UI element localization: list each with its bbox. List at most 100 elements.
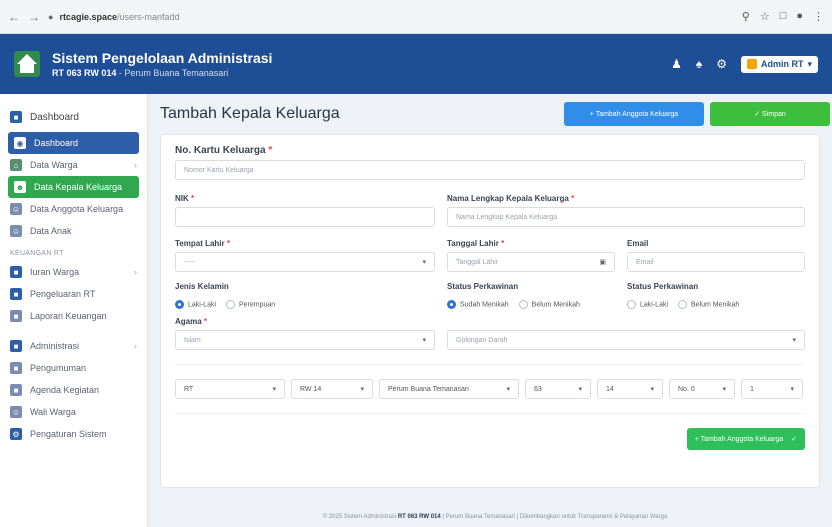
dashboard-icon: ◉ bbox=[14, 137, 26, 149]
blok-select[interactable]: 63 ▾ bbox=[525, 379, 591, 399]
perum-value: Perum Buana Temanasari bbox=[388, 385, 469, 393]
radio-label: Laki-Laki bbox=[188, 300, 217, 308]
no-value-select[interactable]: 1 ▾ bbox=[741, 379, 803, 399]
sidebar-item-label: Data Warga bbox=[30, 160, 78, 170]
email-label: Email bbox=[627, 239, 649, 248]
sidebar-item-data-anak[interactable]: ☺ Data Anak bbox=[0, 220, 147, 242]
admin-menu[interactable]: Admin RT ▾ bbox=[740, 55, 818, 73]
no-label: No. 0 bbox=[678, 385, 695, 393]
calendar-icon[interactable]: ▣ bbox=[599, 258, 606, 266]
search-icon[interactable]: ⚲ bbox=[742, 10, 750, 23]
tanggal-lahir-input[interactable]: Tanggal Lahir ▣ bbox=[447, 252, 615, 272]
golongan-darah-value: Golongan Darah bbox=[456, 336, 508, 344]
calendar-icon: ■ bbox=[10, 384, 22, 396]
extension-icon[interactable]: □ bbox=[780, 10, 787, 23]
chevron-down-icon: ▾ bbox=[360, 386, 364, 393]
group-icon: ☺ bbox=[10, 203, 22, 215]
avatar bbox=[746, 59, 757, 69]
radio-laki-laki-2[interactable]: Laki-Laki bbox=[627, 299, 668, 309]
chevron-down-icon: ▾ bbox=[807, 58, 812, 69]
no-rw-select[interactable]: 14 ▾ bbox=[597, 379, 663, 399]
profile-icon[interactable]: ● bbox=[796, 10, 803, 23]
sidebar-item-wali-warga[interactable]: ☺ Wali Warga bbox=[0, 401, 147, 423]
gear-icon: ⚙ bbox=[10, 428, 22, 440]
chevron-down-icon: ▾ bbox=[506, 386, 510, 393]
nama-input[interactable]: Nama Lengkap Kepala Keluarga bbox=[447, 207, 805, 227]
radio-checked-icon bbox=[175, 299, 184, 309]
app-subtitle-rt: RT 063 RW 014 bbox=[52, 68, 117, 78]
dashboard-icon: ■ bbox=[10, 111, 22, 123]
chevron-right-icon: › bbox=[134, 267, 137, 277]
radio-label: Sudah Menikah bbox=[460, 300, 509, 308]
address-bar[interactable]: ● rtcagie.space /users-manfadd bbox=[48, 7, 648, 27]
no-value: 1 bbox=[750, 385, 754, 393]
wallet-icon: ■ bbox=[10, 266, 22, 278]
email-field[interactable]: Email bbox=[627, 252, 805, 272]
radio-laki-laki[interactable]: Laki-Laki bbox=[175, 299, 217, 309]
sidebar-item-label: Data Anak bbox=[30, 226, 72, 236]
back-icon[interactable]: ← bbox=[8, 10, 20, 24]
radio-label: Belum Menikah bbox=[691, 300, 740, 308]
kk-input[interactable]: Nomor Kartu Keluarga bbox=[175, 160, 805, 180]
page-title: Tambah Kepala Keluarga bbox=[160, 105, 340, 122]
bell-icon[interactable]: ♠ bbox=[696, 57, 702, 71]
sidebar-item-administrasi[interactable]: ■ Administrasi › bbox=[0, 335, 147, 357]
check-icon: ✓ bbox=[791, 436, 797, 443]
gear-icon[interactable]: ⚙ bbox=[716, 57, 727, 71]
sidebar-item-pengeluaran-rt[interactable]: ■ Pengeluaran RT bbox=[0, 283, 147, 305]
report-icon: ■ bbox=[10, 310, 22, 322]
sidebar-section-keuangan: KEUANGAN RT bbox=[10, 250, 64, 257]
chevron-right-icon: › bbox=[134, 341, 137, 351]
sidebar-item-data-anggota-keluarga[interactable]: ☺ Data Anggota Keluarga bbox=[0, 198, 147, 220]
admin-label: Admin RT bbox=[760, 59, 804, 69]
nik-input[interactable] bbox=[175, 207, 435, 227]
app-header: Sistem Pengelolaan Administrasi RT 063 R… bbox=[0, 34, 832, 94]
app-subtitle-location: - Perum Buana Temanasari bbox=[118, 68, 229, 78]
address-row: RT ▾ RW 14 ▾ Perum Buana Temanasari ▾ 63… bbox=[175, 364, 805, 399]
tanggal-lahir-label: Tanggal Lahir * bbox=[447, 239, 505, 248]
tempat-lahir-label-text: Tempat Lahir bbox=[175, 239, 225, 248]
chevron-down-icon: ▾ bbox=[422, 337, 426, 344]
nama-label-text: Nama Lengkap Kepala Keluarga bbox=[447, 194, 569, 203]
menu-icon[interactable]: ⋮ bbox=[813, 10, 824, 23]
star-icon[interactable]: ☆ bbox=[760, 10, 770, 23]
radio-belum-menikah-2[interactable]: Belum Menikah bbox=[678, 299, 740, 309]
page-footer: © 2025 Sistem Administrasi RT 063 RW 014… bbox=[160, 514, 830, 520]
sidebar-item-dashboard-top[interactable]: ■ Dashboard bbox=[0, 102, 147, 132]
rt-select[interactable]: RT ▾ bbox=[175, 379, 285, 399]
sidebar-item-dashboard[interactable]: ◉ Dashboard bbox=[8, 132, 139, 154]
chevron-right-icon: › bbox=[134, 160, 137, 170]
chevron-down-icon: ▾ bbox=[578, 386, 582, 393]
add-family-member-button[interactable]: + Tambah Anggota Keluarga bbox=[564, 102, 704, 126]
add-family-member-footer-button[interactable]: + Tambah Anggota Keluarga ✓ bbox=[686, 428, 805, 450]
rw-select[interactable]: RW 14 ▾ bbox=[291, 379, 373, 399]
radio-perempuan[interactable]: Perempuan bbox=[226, 299, 275, 309]
radio-sudah-menikah[interactable]: Sudah Menikah bbox=[447, 299, 509, 309]
footer-text-rt: RT 063 RW 014 bbox=[397, 514, 441, 520]
sidebar-item-pengaturan-sistem[interactable]: ⚙ Pengaturan Sistem bbox=[0, 423, 147, 445]
golongan-darah-select[interactable]: Golongan Darah ▾ bbox=[447, 330, 805, 350]
logo-icon bbox=[14, 51, 40, 77]
sidebar-item-laporan-keuangan[interactable]: ■ Laporan Keuangan bbox=[0, 305, 147, 327]
sidebar-item-data-warga[interactable]: ⌂ Data Warga › bbox=[0, 154, 147, 176]
person-icon: ☺ bbox=[10, 406, 22, 418]
radio-belum-menikah[interactable]: Belum Menikah bbox=[518, 299, 580, 309]
megaphone-icon: ■ bbox=[10, 362, 22, 374]
tempat-lahir-select[interactable]: ----- ▾ bbox=[175, 252, 435, 272]
forward-icon[interactable]: → bbox=[28, 10, 40, 24]
sidebar-item-data-kepala-keluarga[interactable]: ☻ Data Kepala Keluarga bbox=[8, 176, 139, 198]
perum-select[interactable]: Perum Buana Temanasari ▾ bbox=[379, 379, 519, 399]
sidebar-item-label: Pengeluaran RT bbox=[30, 289, 96, 299]
sidebar-item-label: Data Kepala Keluarga bbox=[34, 182, 123, 192]
radio-icon bbox=[226, 299, 236, 309]
sidebar-item-agenda-kegiatan[interactable]: ■ Agenda Kegiatan bbox=[0, 379, 147, 401]
sidebar-item-iuran-warga[interactable]: ■ Iuran Warga › bbox=[0, 261, 147, 283]
footer-button-label: + Tambah Anggota Keluarga bbox=[694, 435, 784, 443]
app-subtitle: RT 063 RW 014 - Perum Buana Temanasari bbox=[52, 68, 272, 78]
notification-icon[interactable]: ♟ bbox=[671, 57, 682, 71]
agama-select[interactable]: Islam ▾ bbox=[175, 330, 435, 350]
save-button[interactable]: ✓ Simpan bbox=[710, 102, 830, 126]
sidebar-item-pengumuman[interactable]: ■ Pengumuman bbox=[0, 357, 147, 379]
no-select[interactable]: No. 0 ▾ bbox=[669, 379, 735, 399]
sidebar-item-label: Pengaturan Sistem bbox=[30, 429, 107, 439]
